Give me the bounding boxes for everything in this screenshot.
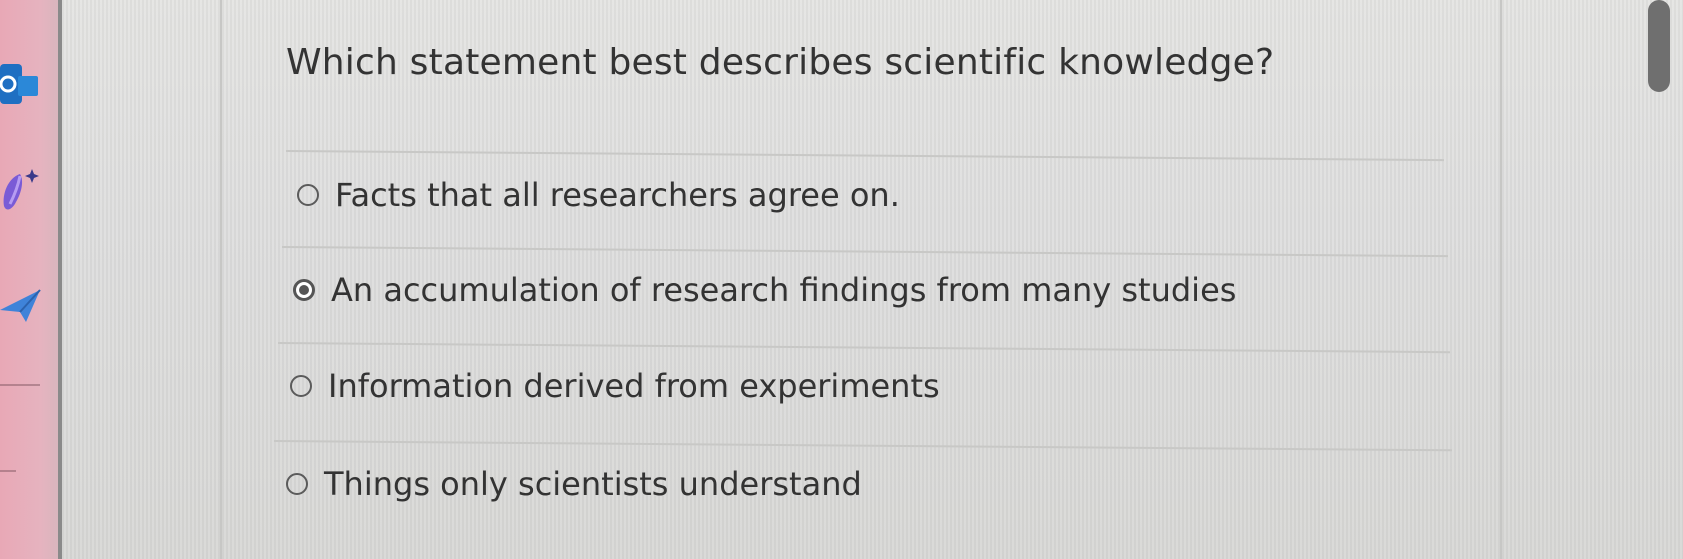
answer-option[interactable]: Things only scientists understand — [286, 465, 862, 503]
taskbar-dock — [0, 0, 58, 559]
dock-separator — [0, 384, 40, 386]
radio-button[interactable] — [286, 473, 308, 495]
outlook-icon[interactable] — [0, 62, 40, 114]
screen: Which statement best describes scientifi… — [0, 0, 1683, 559]
answer-option-label: Facts that all researchers agree on. — [335, 176, 900, 214]
answer-option-label: An accumulation of research findings fro… — [331, 271, 1237, 309]
send-icon[interactable] — [0, 286, 44, 330]
dock-separator — [0, 470, 16, 472]
copilot-icon[interactable] — [0, 166, 42, 224]
answer-option[interactable]: An accumulation of research findings fro… — [293, 271, 1236, 309]
radio-button[interactable] — [290, 375, 312, 397]
answer-option[interactable]: Facts that all researchers agree on. — [297, 176, 900, 214]
dock-divider — [58, 0, 62, 559]
question-text: Which statement best describes scientifi… — [286, 42, 1275, 83]
answer-option-label: Things only scientists understand — [324, 465, 862, 503]
radio-button[interactable] — [297, 184, 319, 206]
scrollbar-thumb[interactable] — [1648, 0, 1670, 92]
answer-option[interactable]: Information derived from experiments — [290, 367, 940, 405]
radio-button-selected[interactable] — [293, 279, 315, 301]
answer-option-label: Information derived from experiments — [328, 367, 940, 405]
